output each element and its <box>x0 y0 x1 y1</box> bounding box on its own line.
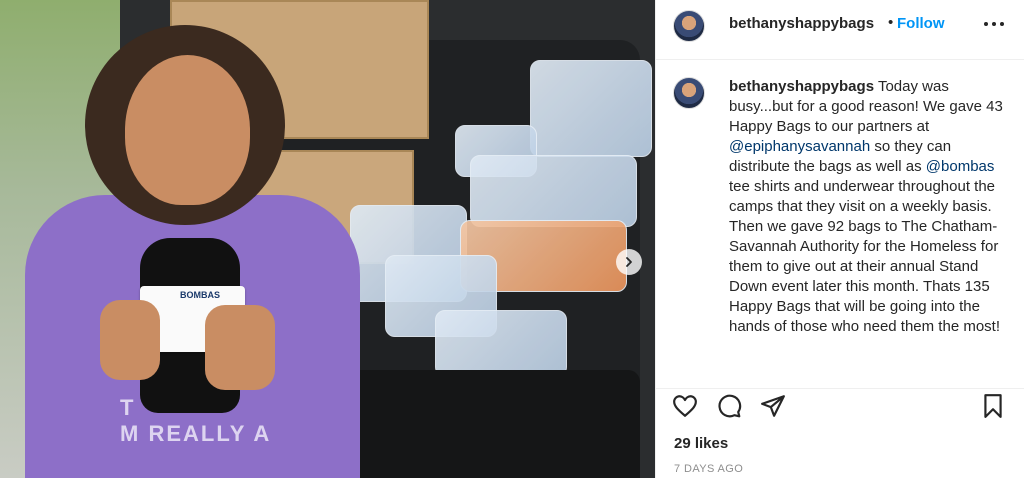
post-image[interactable]: T M REALLY A BOMBAS <box>0 0 655 478</box>
bookmark-icon <box>984 394 1002 418</box>
caption-text: tee shirts and underwear throughout the … <box>729 178 1001 335</box>
save-button[interactable] <box>980 393 1006 419</box>
instagram-post: T M REALLY A BOMBAS bethanyshappybags • … <box>0 0 1024 478</box>
caption-username[interactable]: bethanyshappybags <box>729 78 874 95</box>
face <box>125 55 250 205</box>
car-bumper <box>330 370 640 478</box>
comment-button[interactable] <box>716 393 742 419</box>
happy-bag <box>470 155 637 227</box>
heart-icon <box>673 395 697 417</box>
post-header: bethanyshappybags • Follow <box>656 0 1024 60</box>
comment-icon <box>718 394 742 418</box>
share-icon <box>761 395 785 417</box>
more-horizontal-icon <box>992 22 996 26</box>
left-hand <box>100 300 160 380</box>
action-bar <box>656 388 1024 423</box>
share-button[interactable] <box>760 393 786 419</box>
caption-avatar[interactable] <box>673 77 705 109</box>
carousel-next-button[interactable] <box>616 249 642 275</box>
happy-bag <box>530 60 652 157</box>
more-horizontal-icon <box>1000 22 1004 26</box>
like-button[interactable] <box>672 393 698 419</box>
header-separator: • <box>888 14 894 31</box>
post-sidebar: bethanyshappybags • Follow bethanyshappy… <box>655 0 1024 478</box>
more-options-button[interactable] <box>984 21 1004 27</box>
header-username[interactable]: bethanyshappybags <box>729 15 874 32</box>
likes-count[interactable]: 29 likes <box>674 435 728 452</box>
follow-button[interactable]: Follow <box>897 15 945 32</box>
more-horizontal-icon <box>984 22 988 26</box>
post-timestamp[interactable]: 7 DAYS AGO <box>674 463 743 475</box>
mention-link[interactable]: @bombas <box>926 158 995 175</box>
happy-bag <box>435 310 567 377</box>
right-hand <box>205 305 275 390</box>
avatar[interactable] <box>673 10 705 42</box>
mention-link[interactable]: @epiphanysavannah <box>729 138 870 155</box>
post-caption: bethanyshappybags Today was busy...but f… <box>729 77 1004 337</box>
shirt-text-line-2: M REALLY A <box>120 421 272 446</box>
chevron-right-icon <box>626 257 632 267</box>
bombas-card-brand: BOMBAS <box>180 290 220 300</box>
